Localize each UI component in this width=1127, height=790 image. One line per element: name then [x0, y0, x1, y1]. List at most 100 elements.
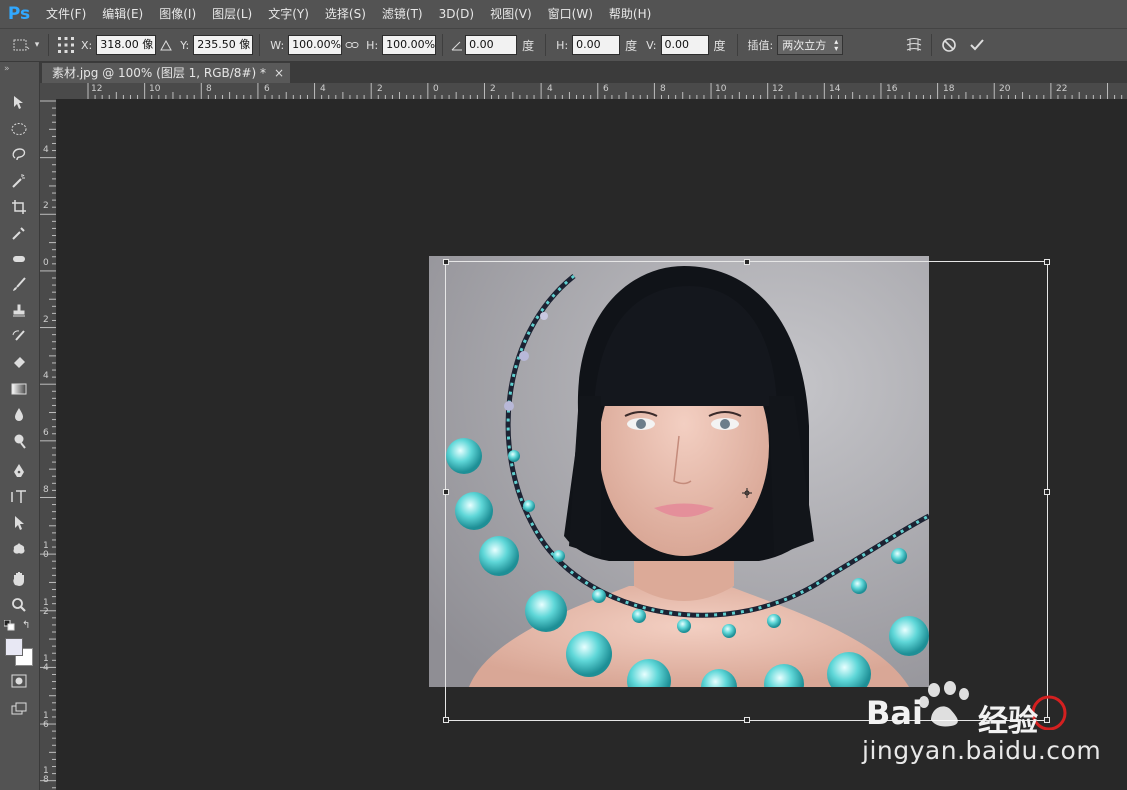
relative-position-icon[interactable]	[156, 34, 176, 56]
ruler-h-label: 14	[829, 84, 841, 94]
ruler-v-label: 2	[43, 315, 49, 325]
menu-file[interactable]: 文件(F)	[38, 0, 94, 28]
v-skew-label: V:	[646, 38, 657, 52]
transform-handle-top[interactable]	[744, 259, 750, 265]
menu-layer[interactable]: 图层(L)	[204, 0, 260, 28]
width-label: W:	[270, 38, 285, 52]
menu-view[interactable]: 视图(V)	[482, 0, 540, 28]
warp-icon[interactable]	[903, 34, 925, 56]
close-tab-icon[interactable]: ×	[274, 63, 284, 83]
ruler-h-label: 2	[377, 84, 383, 94]
vertical-ruler[interactable]: 4 2 0 2 4 6 8 10 12 14 16 18	[40, 99, 57, 790]
ruler-v-label: 8	[43, 485, 49, 495]
ruler-v-label: 16	[43, 711, 49, 730]
chevron-down-icon[interactable]: ▾	[32, 34, 42, 56]
ruler-h-label: 6	[603, 84, 609, 94]
tools-panel: » ↰	[0, 62, 40, 790]
gradient-tool-icon[interactable]	[8, 378, 30, 400]
document-tab[interactable]: 素材.jpg @ 100% (图层 1, RGB/8#) * ×	[42, 63, 291, 83]
ruler-h-label: 4	[320, 84, 326, 94]
blur-tool-icon[interactable]	[8, 404, 30, 426]
interpolation-select[interactable]: 两次立方 ▴ ▾	[777, 35, 844, 55]
path-selection-tool-icon[interactable]	[8, 512, 30, 534]
menu-edit[interactable]: 编辑(E)	[94, 0, 151, 28]
transform-handle-right[interactable]	[1044, 489, 1050, 495]
document-tabs: 素材.jpg @ 100% (图层 1, RGB/8#) * ×	[40, 62, 1127, 83]
magic-wand-tool-icon[interactable]	[8, 170, 30, 192]
menu-window[interactable]: 窗口(W)	[540, 0, 601, 28]
v-skew-input[interactable]: 0.00	[660, 35, 709, 55]
eyedropper-tool-icon[interactable]	[8, 222, 30, 244]
height-scale-input[interactable]: 100.00%	[382, 35, 437, 55]
v-skew-unit: 度	[713, 38, 726, 53]
y-label: Y:	[180, 38, 190, 52]
photoshop-logo: Ps	[7, 4, 31, 24]
horizontal-ruler[interactable]: 12 10 8 6 4 2 0 2 4 6 8 10 12 14 16 18 2…	[58, 83, 1127, 100]
custom-shape-tool-icon[interactable]	[8, 538, 30, 560]
menu-help[interactable]: 帮助(H)	[601, 0, 659, 28]
menu-image[interactable]: 图像(I)	[151, 0, 204, 28]
tool-preset-icon[interactable]	[10, 34, 32, 56]
transform-center-icon[interactable]	[742, 487, 752, 498]
menu-type[interactable]: 文字(Y)	[260, 0, 317, 28]
screen-mode-icon[interactable]	[8, 698, 30, 720]
menu-bar: Ps 文件(F) 编辑(E) 图像(I) 图层(L) 文字(Y) 选择(S) 滤…	[0, 0, 1127, 28]
marquee-tool-icon[interactable]	[8, 118, 30, 140]
angle-icon	[449, 34, 465, 56]
reference-point-icon[interactable]	[55, 34, 77, 56]
ruler-origin[interactable]	[40, 83, 58, 99]
ruler-v-label: 0	[43, 258, 49, 268]
menu-filter[interactable]: 滤镜(T)	[374, 0, 431, 28]
cancel-icon[interactable]	[938, 34, 960, 56]
ruler-h-label: 18	[943, 84, 955, 94]
h-skew-input[interactable]: 0.00	[572, 35, 621, 55]
collapse-panel-icon[interactable]: »	[4, 64, 10, 74]
pen-tool-icon[interactable]	[8, 460, 30, 482]
dodge-tool-icon[interactable]	[8, 430, 30, 452]
watermark-url: jingyan.baidu.com	[862, 736, 1102, 765]
transform-handle-top-right[interactable]	[1044, 259, 1050, 265]
ruler-v-label: 2	[43, 201, 49, 211]
eraser-tool-icon[interactable]	[8, 352, 30, 374]
transform-handle-bottom[interactable]	[744, 717, 750, 723]
options-bar: ▾ X: 318.00 像 Y: 235.50 像 W: 100.00% H: …	[0, 28, 1127, 62]
ruler-h-label: 16	[886, 84, 898, 94]
commit-icon[interactable]	[966, 34, 988, 56]
x-position-input[interactable]: 318.00 像	[96, 35, 157, 55]
x-label: X:	[81, 38, 93, 52]
angle-unit: 度	[522, 38, 535, 53]
lasso-tool-icon[interactable]	[8, 144, 30, 166]
zoom-tool-icon[interactable]	[8, 594, 30, 616]
move-tool-icon[interactable]	[8, 92, 30, 114]
history-brush-tool-icon[interactable]	[8, 326, 30, 348]
type-tool-icon[interactable]	[8, 486, 30, 508]
brush-tool-icon[interactable]	[8, 274, 30, 296]
y-position-input[interactable]: 235.50 像	[193, 35, 254, 55]
ruler-h-label: 10	[149, 84, 161, 94]
ruler-v-label: 4	[43, 145, 49, 155]
transform-bounding-box[interactable]	[443, 259, 1050, 723]
ruler-h-label: 4	[547, 84, 553, 94]
transform-handle-left[interactable]	[443, 489, 449, 495]
menu-select[interactable]: 选择(S)	[317, 0, 374, 28]
rotate-angle-input[interactable]: 0.00	[465, 35, 518, 55]
ruler-v-label: 10	[43, 541, 49, 560]
crop-tool-icon[interactable]	[8, 196, 30, 218]
link-icon[interactable]	[342, 34, 362, 56]
transform-handle-top-left[interactable]	[443, 259, 449, 265]
hand-tool-icon[interactable]	[8, 568, 30, 590]
menu-3d[interactable]: 3D(D)	[431, 0, 482, 28]
stamp-tool-icon[interactable]	[8, 300, 30, 322]
document-tab-title: 素材.jpg @ 100% (图层 1, RGB/8#) *	[52, 66, 266, 80]
default-colors-icon[interactable]	[3, 619, 16, 635]
transform-handle-bottom-left[interactable]	[443, 717, 449, 723]
ruler-h-label: 2	[490, 84, 496, 94]
healing-brush-tool-icon[interactable]	[8, 248, 30, 270]
swap-colors-icon[interactable]: ↰	[22, 620, 30, 631]
ruler-h-label: 12	[772, 84, 784, 94]
quick-mask-icon[interactable]	[8, 670, 30, 692]
ruler-h-label: 22	[1056, 84, 1068, 94]
ruler-h-label: 8	[206, 84, 212, 94]
baidu-watermark-logo: Bai 经验	[866, 680, 1076, 739]
width-scale-input[interactable]: 100.00%	[288, 35, 343, 55]
